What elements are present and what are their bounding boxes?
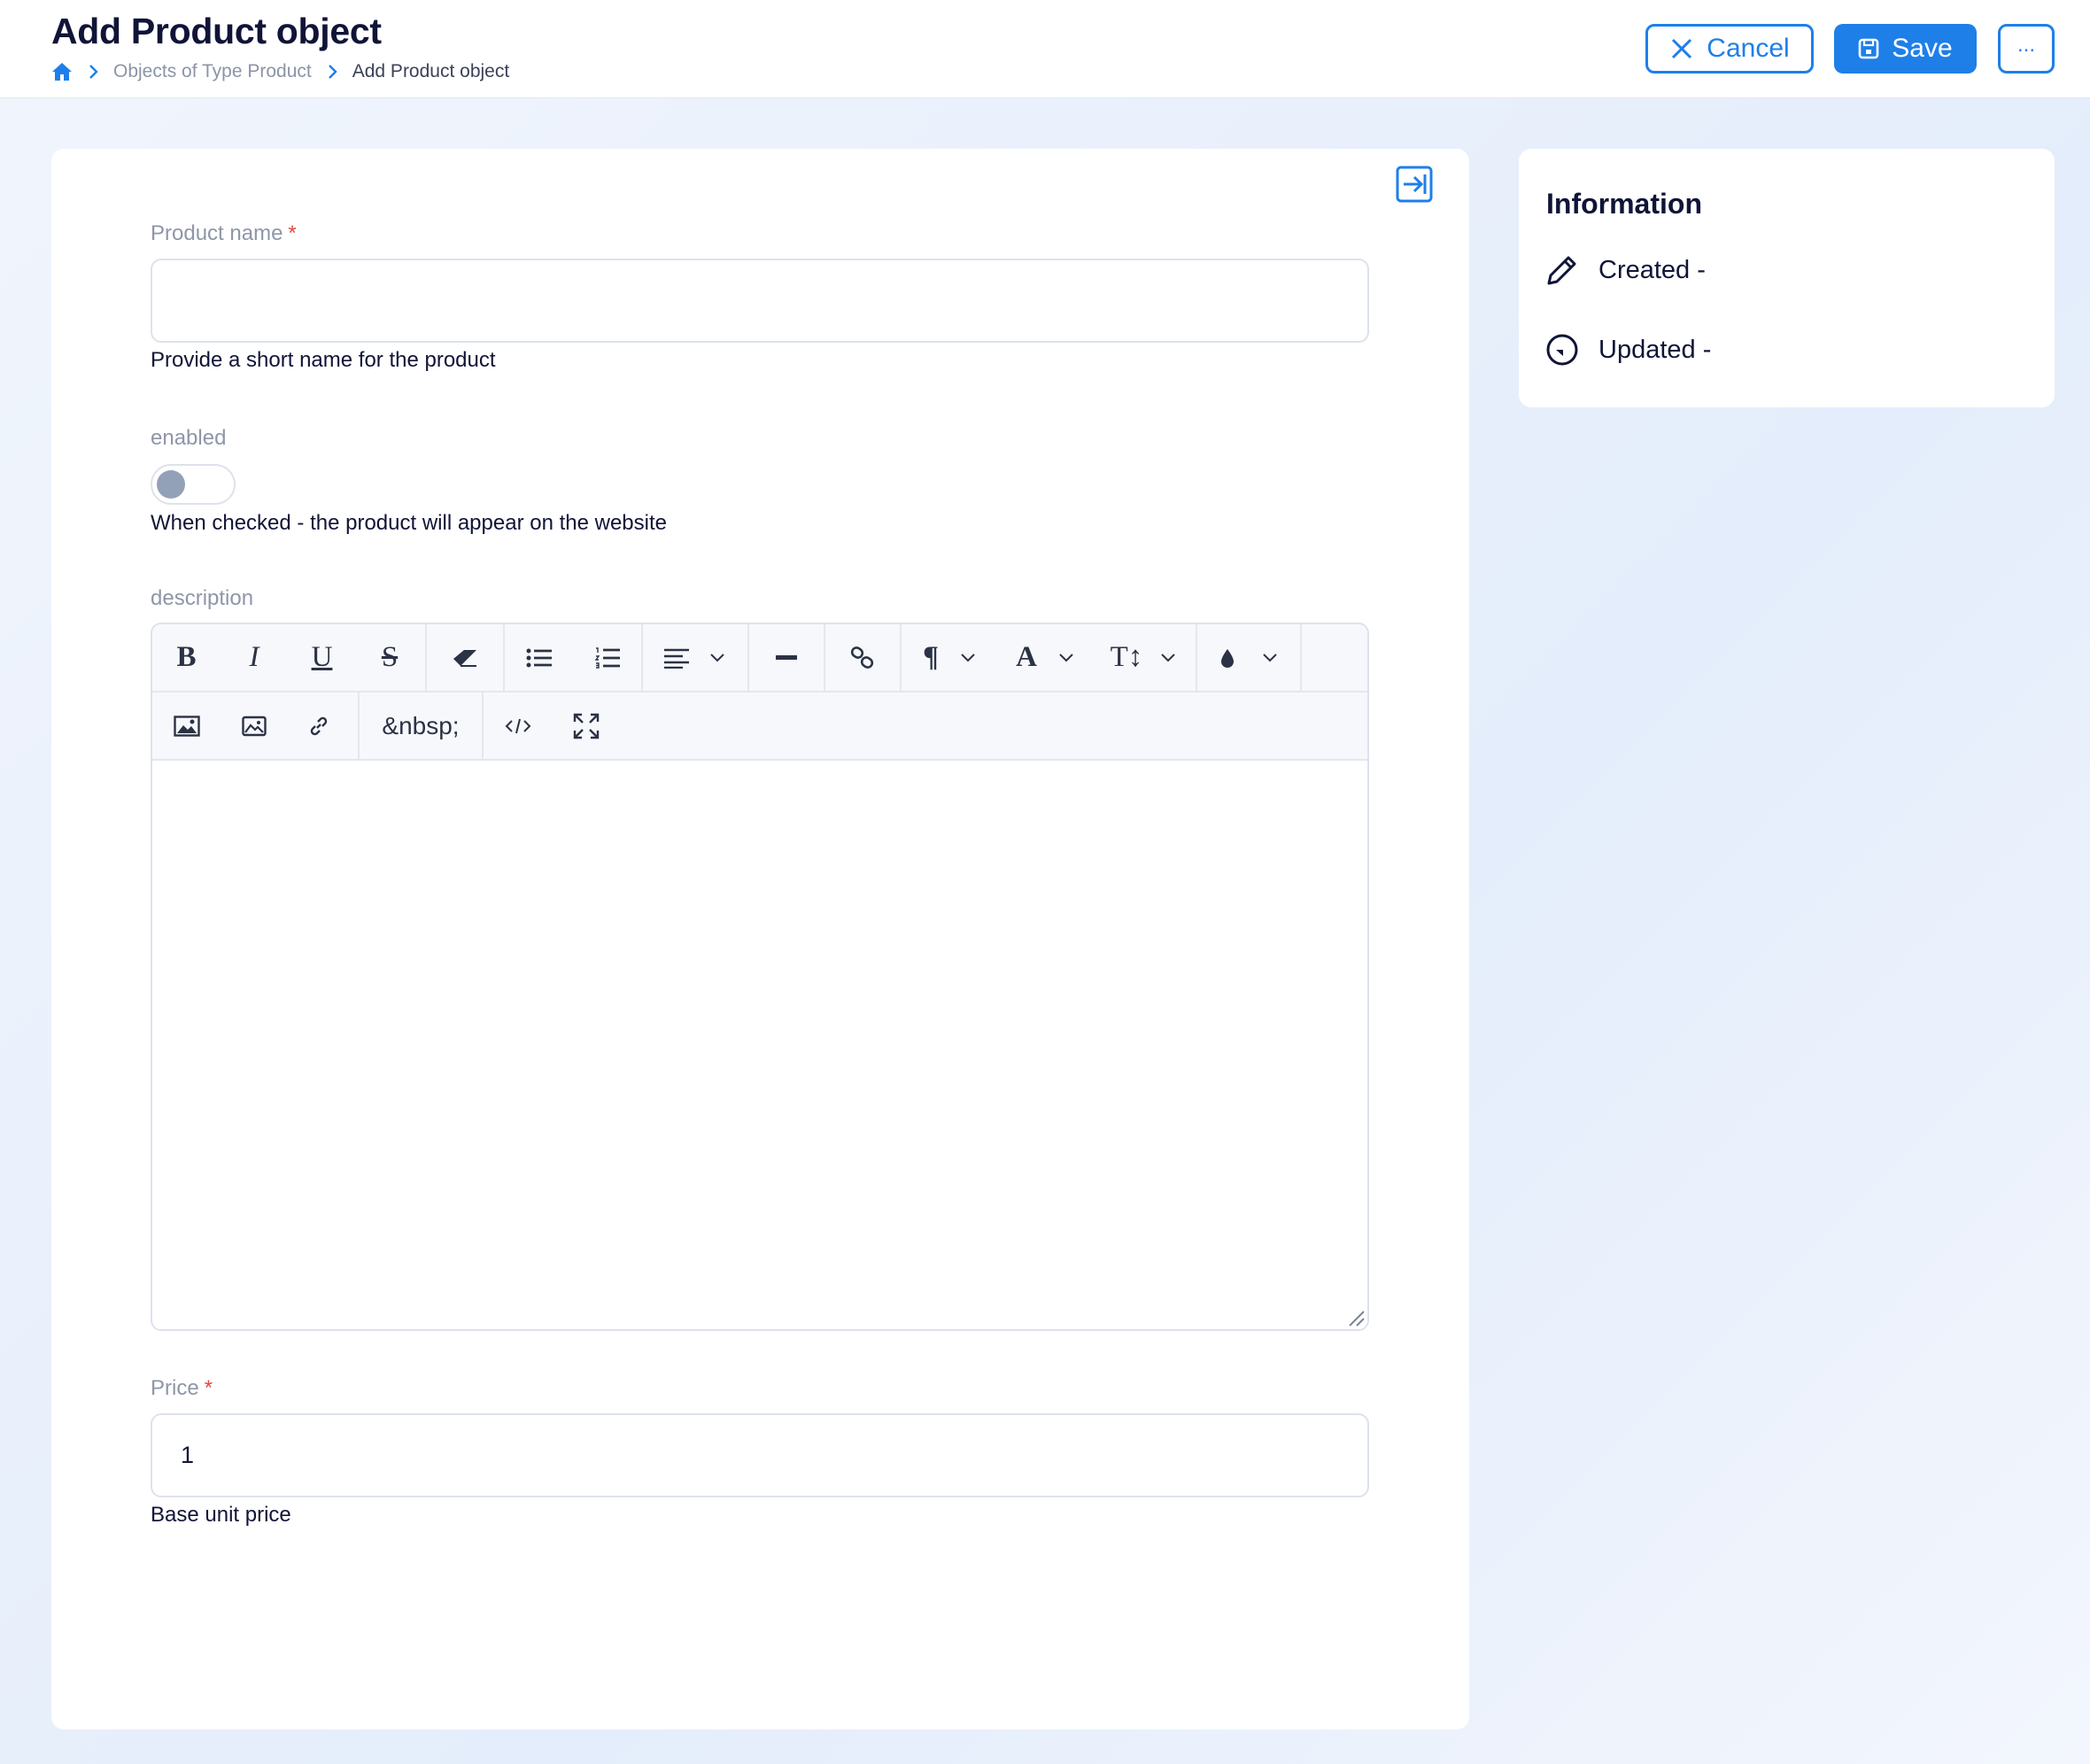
link-icon[interactable]: [825, 624, 900, 691]
collapse-panel-icon[interactable]: [1396, 166, 1433, 203]
information-title: Information: [1546, 188, 1702, 220]
strikethrough-icon[interactable]: S: [356, 624, 423, 691]
required-mark: *: [204, 1376, 213, 1400]
price-label: Price *: [151, 1376, 213, 1400]
product-name-input[interactable]: [151, 259, 1369, 343]
underline-icon[interactable]: U: [288, 624, 356, 691]
breadcrumb-current: Add Product object: [352, 61, 510, 81]
align-icon[interactable]: [643, 624, 746, 691]
toggle-knob: [157, 470, 185, 499]
editor-toolbar-row-1: B I U S ¶ A T↕: [152, 624, 1367, 692]
page-header: Add Product object Objects of Type Produ…: [0, 0, 2090, 98]
rich-text-editor: B I U S ¶ A T↕ &nbsp;: [151, 623, 1369, 1331]
link-chain-icon[interactable]: [288, 692, 350, 759]
eraser-icon[interactable]: [427, 624, 503, 691]
created-row: Created -: [1545, 253, 1706, 287]
italic-icon[interactable]: I: [221, 624, 288, 691]
chevron-right-icon: [83, 62, 103, 81]
pencil-icon: [1547, 256, 1576, 285]
image-icon[interactable]: [152, 692, 221, 759]
horizontal-rule-icon[interactable]: [749, 624, 824, 691]
product-name-help: Provide a short name for the product: [151, 348, 496, 372]
nbsp-button[interactable]: &nbsp;: [360, 692, 482, 759]
bold-icon[interactable]: B: [152, 624, 221, 691]
chevron-down-icon: [1161, 653, 1176, 662]
chevron-down-icon: [961, 653, 975, 662]
editor-content-area[interactable]: [152, 762, 1367, 1329]
save-label: Save: [1892, 34, 1953, 63]
cancel-button[interactable]: Cancel: [1645, 24, 1814, 74]
breadcrumb: Objects of Type Product Add Product obje…: [51, 58, 509, 85]
close-icon: [1672, 38, 1692, 59]
enabled-label: enabled: [151, 426, 227, 450]
form-card: Product name * Provide a short name for t…: [51, 149, 1469, 1729]
updated-row: Updated -: [1545, 333, 1711, 367]
editor-toolbar-row-2: &nbsp;: [152, 692, 1367, 761]
chevron-down-icon: [1059, 653, 1073, 662]
required-mark: *: [288, 221, 297, 245]
page-title: Add Product object: [51, 11, 382, 51]
enabled-toggle[interactable]: [151, 464, 236, 505]
chevron-down-icon: [710, 653, 724, 662]
more-actions-button[interactable]: ...: [1998, 24, 2055, 74]
home-icon[interactable]: [51, 61, 73, 82]
breadcrumb-link-objects[interactable]: Objects of Type Product: [113, 61, 312, 82]
price-help: Base unit price: [151, 1503, 291, 1527]
updated-text: Updated -: [1598, 335, 1712, 364]
created-text: Created -: [1598, 255, 1706, 284]
chevron-down-icon: [1263, 653, 1277, 662]
clock-icon: [1546, 334, 1578, 366]
paragraph-icon[interactable]: ¶: [902, 624, 997, 691]
product-name-label: Product name *: [151, 221, 297, 245]
font-icon[interactable]: A: [997, 624, 1093, 691]
chevron-right-icon: [322, 62, 342, 81]
bullet-list-icon[interactable]: [505, 624, 573, 691]
gallery-icon[interactable]: [221, 692, 288, 759]
font-size-icon[interactable]: T↕: [1093, 624, 1194, 691]
save-button[interactable]: Save: [1834, 24, 1977, 74]
description-label: description: [151, 586, 254, 610]
resize-handle-icon[interactable]: [1346, 1308, 1366, 1327]
numbered-list-icon[interactable]: [573, 624, 641, 691]
floppy-disk-icon: [1858, 38, 1879, 59]
price-input[interactable]: 1: [151, 1413, 1369, 1497]
code-view-icon[interactable]: [484, 692, 553, 759]
enabled-help: When checked - the product will appear o…: [151, 511, 667, 535]
information-panel: Information Created - Updated -: [1519, 149, 2055, 407]
fullscreen-icon[interactable]: [553, 692, 620, 759]
color-drop-icon[interactable]: [1197, 624, 1300, 691]
cancel-label: Cancel: [1707, 34, 1790, 63]
